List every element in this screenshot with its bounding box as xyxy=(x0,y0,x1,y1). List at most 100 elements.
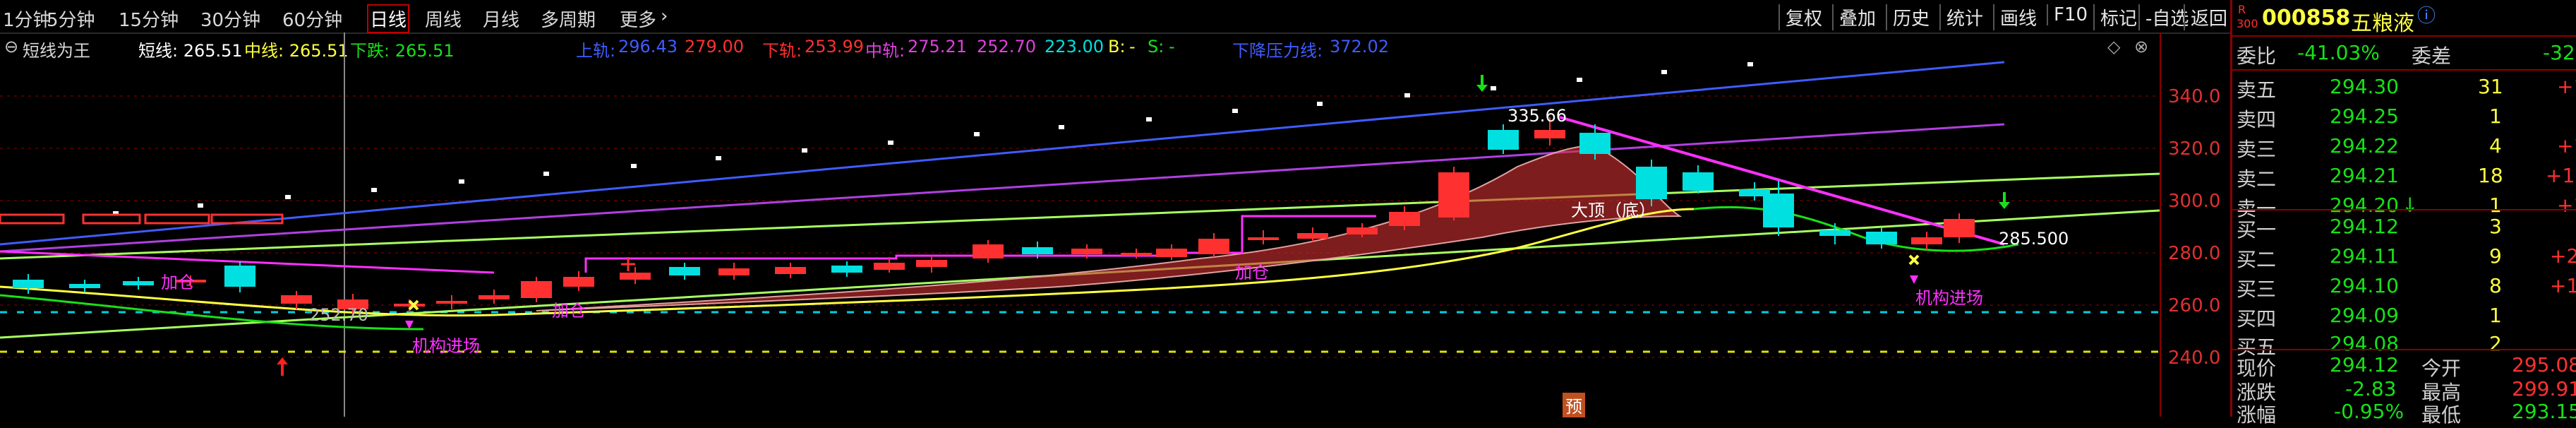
bid-volume: 8 xyxy=(2489,274,2502,297)
weibi-label: 委比 xyxy=(2237,44,2277,68)
kline-chart[interactable] xyxy=(0,32,2160,417)
up-arrow-icon xyxy=(277,357,288,376)
bid-volume: 1 xyxy=(2489,304,2502,327)
candle-body xyxy=(1438,172,1469,218)
ask-row[interactable]: 卖五 294.30 31 +1 xyxy=(2232,72,2576,102)
ask-change: +1 xyxy=(2557,75,2576,98)
ask-price: 294.30 xyxy=(2330,75,2399,98)
current-price-value: 294.12 xyxy=(2330,353,2399,376)
candle-body xyxy=(1819,230,1850,236)
tool-stats[interactable]: 统计 xyxy=(1939,4,1983,30)
candle-body xyxy=(831,266,862,273)
ma-cloud xyxy=(536,144,1683,311)
period-multi[interactable]: 多周期 xyxy=(541,6,596,32)
bid-row[interactable]: 买四 294.09 1 xyxy=(2232,301,2576,331)
ask-volume: 18 xyxy=(2478,164,2503,187)
tool-back[interactable]: 返回 xyxy=(2184,4,2227,30)
forecast-badge[interactable]: 预 xyxy=(1563,393,1585,417)
info-icon[interactable]: ⓘ xyxy=(2417,1,2436,28)
tool-fuquan[interactable]: 复权 xyxy=(1778,4,1822,30)
candle-body xyxy=(479,295,510,299)
bid-row[interactable]: 买二 294.11 9 +2 xyxy=(2232,242,2576,271)
candle-body xyxy=(1866,232,1897,244)
ask-label: 卖三 xyxy=(2237,138,2277,161)
candle-body xyxy=(874,263,905,270)
institution-entry-label-1: 机构进场 xyxy=(412,336,480,356)
badge-top: R xyxy=(2238,3,2246,16)
bid-label: 买一 xyxy=(2237,218,2277,242)
candle-body xyxy=(69,284,100,288)
tool-draw[interactable]: 画线 xyxy=(1993,4,2037,30)
more-arrow-icon[interactable]: › xyxy=(661,6,668,27)
weibi-value: -41.03% xyxy=(2297,41,2380,64)
bid-label: 买三 xyxy=(2237,278,2277,301)
divider xyxy=(2232,69,2576,71)
candle-body xyxy=(1347,227,1378,234)
entry-arrow-icon xyxy=(405,275,1918,329)
tool-remove-watch[interactable]: -自选 xyxy=(2138,4,2189,30)
ask-price: 294.22 xyxy=(2330,134,2399,157)
period-1min[interactable]: 1分钟 xyxy=(3,6,52,32)
candle-body xyxy=(1763,194,1794,227)
y-tick-300: 300.0 xyxy=(2168,191,2221,212)
candle-body xyxy=(973,244,1004,258)
tool-mark[interactable]: 标记 xyxy=(2093,4,2137,30)
weicha-value: -32 xyxy=(2543,41,2575,64)
candle-body xyxy=(1488,130,1519,150)
period-toolbar: 1分钟 5分钟 15分钟 30分钟 60分钟 日线 周线 月线 多周期 更多 ›… xyxy=(0,0,2230,34)
ask-volume: 31 xyxy=(2478,75,2503,98)
bid-price: 294.10 xyxy=(2330,274,2399,297)
bid-label: 买四 xyxy=(2237,307,2277,331)
low-label: 最低 xyxy=(2421,403,2462,427)
candle-body xyxy=(1156,249,1187,257)
low-price-label: 252.70 xyxy=(309,305,368,325)
ask-price: 294.21 xyxy=(2330,164,2399,187)
candle-body xyxy=(620,273,651,280)
period-more[interactable]: 更多 xyxy=(620,6,656,32)
candle-body xyxy=(394,304,425,307)
divider xyxy=(2232,35,2576,37)
tool-overlay[interactable]: 叠加 xyxy=(1832,4,1876,30)
candle-body xyxy=(669,267,700,275)
bid-volume: 3 xyxy=(2489,215,2502,238)
candle-body xyxy=(1944,219,1975,237)
candle-body xyxy=(1636,167,1667,199)
candle-body xyxy=(1389,212,1420,226)
candle-body xyxy=(916,260,947,267)
ma-green xyxy=(0,206,2019,331)
stock-header: R 300 000858 五粮液 ⓘ xyxy=(2232,1,2576,37)
divider xyxy=(2232,209,2576,210)
stock-name: 五粮液 xyxy=(2351,11,2414,36)
ask-change: +18 xyxy=(2546,164,2576,187)
bid-row[interactable]: 买三 294.10 8 +1 xyxy=(2232,271,2576,301)
candle-body xyxy=(775,267,806,274)
ask-row[interactable]: 卖三 294.22 4 +1 xyxy=(2232,131,2576,161)
candle-body xyxy=(718,268,750,275)
bid-change: +2 xyxy=(2550,244,2576,268)
period-30min[interactable]: 30分钟 xyxy=(200,6,260,32)
pct-row: 涨幅 -0.95% 最低 293.15 xyxy=(2232,397,2576,427)
period-60min[interactable]: 60分钟 xyxy=(282,6,342,32)
pct-value: -0.95% xyxy=(2334,400,2405,423)
last-price-label: 285.500 xyxy=(1999,229,2069,249)
candle-body xyxy=(1534,130,1565,138)
bid-label: 买二 xyxy=(2237,248,2277,271)
bid-row[interactable]: 买一 294.12 3 xyxy=(2232,212,2576,242)
add-position-label-3: 加仓 xyxy=(1235,263,1269,283)
ask-row[interactable]: 卖四 294.25 1 xyxy=(2232,102,2576,131)
pressure-line xyxy=(0,61,2005,246)
quote-panel: R 300 000858 五粮液 ⓘ 委比 -41.03% 委差 -32 卖五 … xyxy=(2230,0,2576,427)
candle-body xyxy=(563,277,594,287)
candle-body xyxy=(1297,233,1328,239)
period-weekly[interactable]: 周线 xyxy=(425,6,462,32)
tool-f10[interactable]: F10 xyxy=(2047,4,2088,25)
period-15min[interactable]: 15分钟 xyxy=(119,6,179,32)
add-position-label-1: 加仓 xyxy=(161,273,195,292)
period-5min[interactable]: 5分钟 xyxy=(47,6,95,32)
ask-row[interactable]: 卖二 294.21 18 +18 xyxy=(2232,161,2576,191)
period-daily[interactable]: 日线 xyxy=(367,4,410,33)
bid-price: 294.11 xyxy=(2330,244,2399,268)
tool-history[interactable]: 历史 xyxy=(1886,4,1930,30)
period-monthly[interactable]: 月线 xyxy=(483,6,519,32)
ask-label: 卖四 xyxy=(2237,108,2277,131)
